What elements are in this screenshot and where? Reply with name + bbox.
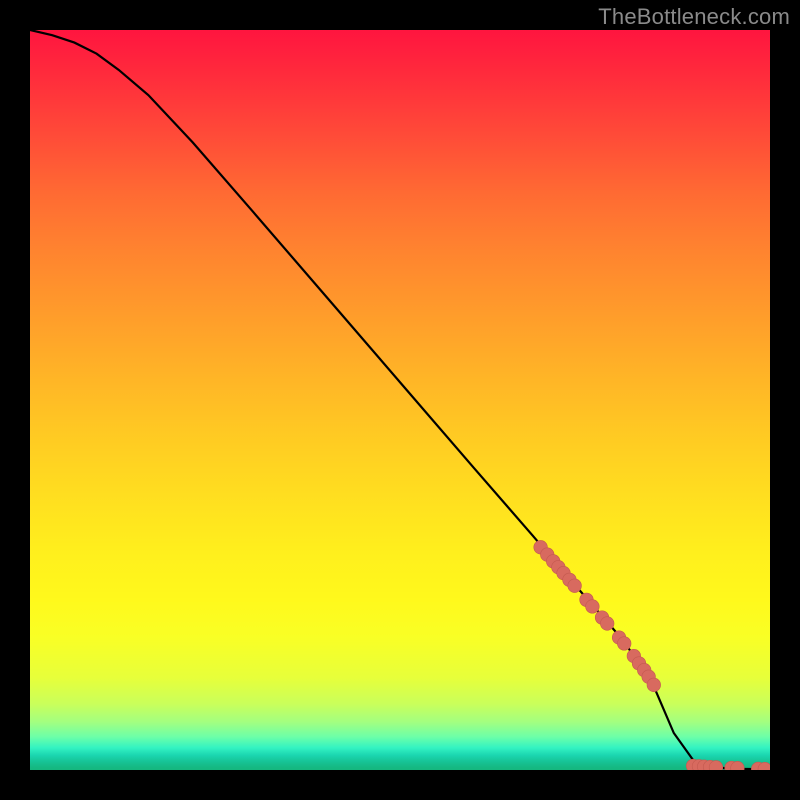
chart-frame: TheBottleneck.com <box>0 0 800 800</box>
data-point <box>617 637 631 651</box>
curve-layer <box>30 30 770 770</box>
data-point <box>600 617 614 631</box>
bottleneck-curve <box>30 30 770 769</box>
data-point <box>586 600 600 614</box>
watermark-text: TheBottleneck.com <box>598 4 790 30</box>
data-point <box>647 678 661 692</box>
data-markers <box>534 540 770 770</box>
plot-area <box>30 30 770 770</box>
data-point <box>568 579 582 593</box>
